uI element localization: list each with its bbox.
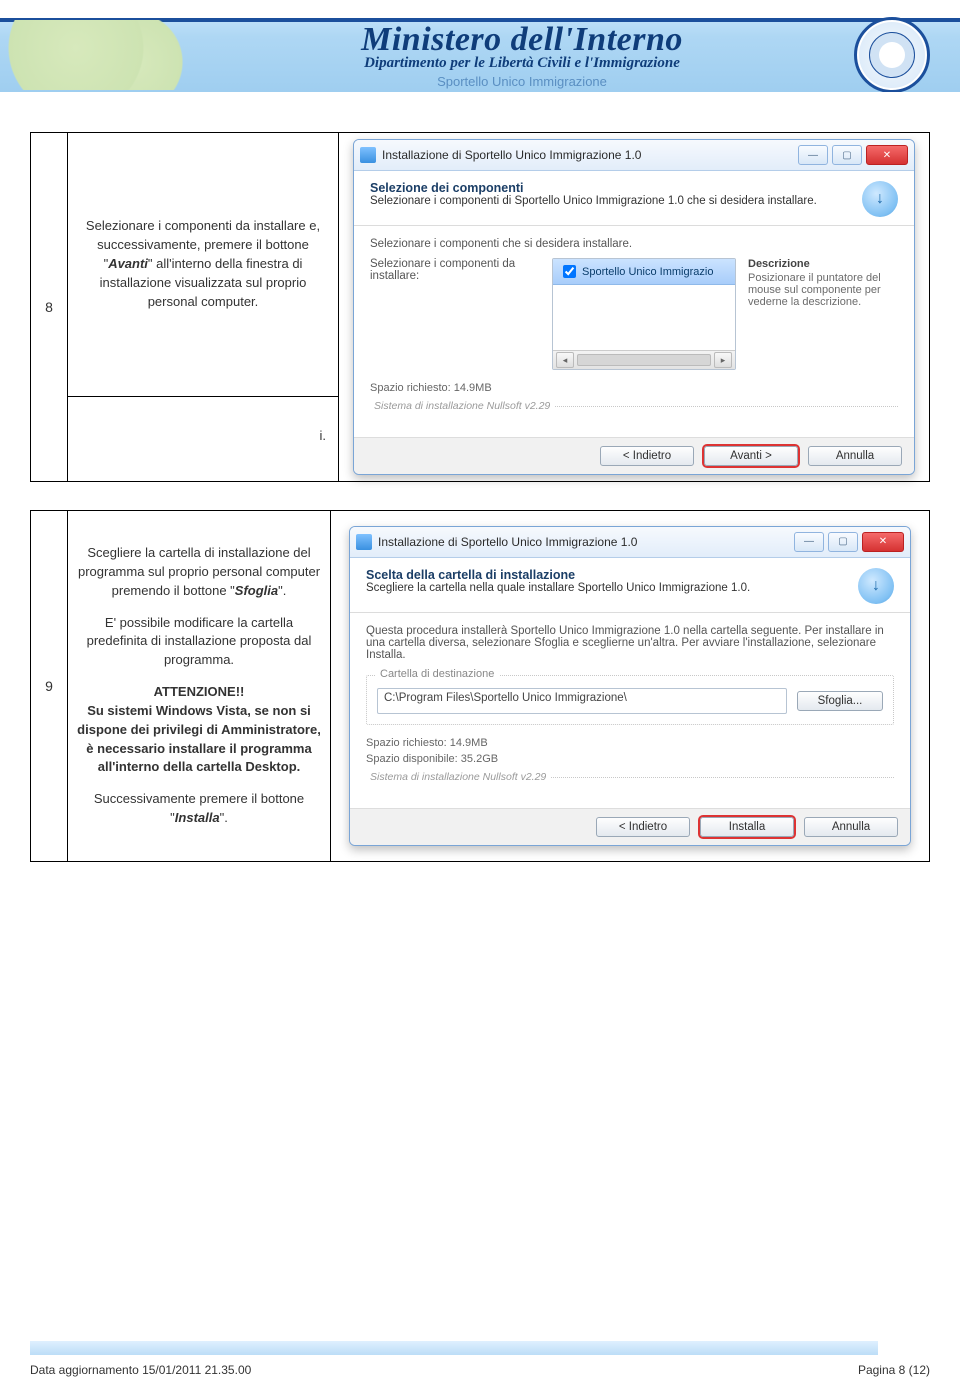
wizard-subheading: Selezionare i componenti di Sportello Un… [370, 195, 817, 207]
step-9-instructions: Scegliere la cartella di installazione d… [68, 511, 331, 862]
wizard-subheading: Scegliere la cartella nella quale instal… [366, 582, 750, 594]
step-8-table: 8 Selezionare i componenti da installare… [30, 132, 930, 482]
window-title: Installazione di Sportello Unico Immigra… [378, 535, 790, 549]
header-map-graphic [0, 20, 190, 90]
attention-title: ATTENZIONE!! [154, 684, 245, 699]
installer-icon [360, 147, 376, 163]
components-label: Selezionare i componenti da installare: [370, 258, 540, 282]
next-button[interactable]: Avanti > [704, 446, 798, 466]
step-8-number: 8 [31, 133, 68, 482]
page-header: Ministero dell'Interno Dipartimento per … [0, 0, 960, 92]
cancel-button[interactable]: Annulla [804, 817, 898, 837]
installer-window-components: Installazione di Sportello Unico Immigra… [353, 139, 915, 475]
minimize-button[interactable]: — [798, 145, 828, 165]
description-text: Posizionare il puntatore del mouse sul c… [748, 272, 881, 308]
installer-window-folder: Installazione di Sportello Unico Immigra… [349, 526, 911, 846]
footer-decorative-bar [30, 1341, 878, 1355]
description-title: Descrizione [748, 258, 898, 270]
step-8-tag: i. [68, 396, 339, 481]
back-button[interactable]: < Indietro [600, 446, 694, 466]
step-8-instructions: Selezionare i componenti da installare e… [68, 133, 339, 397]
step-9-keyword-installa: Installa [175, 810, 220, 825]
close-button[interactable]: ✕ [866, 145, 908, 165]
window-title: Installazione di Sportello Unico Immigra… [382, 148, 794, 162]
scroll-right-icon[interactable]: ▸ [714, 352, 732, 368]
list-scrollbar[interactable]: ◂ ▸ [553, 350, 735, 369]
space-required: Spazio richiesto: 14.9MB [370, 378, 898, 394]
space-required: Spazio richiesto: 14.9MB [366, 733, 894, 749]
install-path-input[interactable]: C:\Program Files\Sportello Unico Immigra… [377, 688, 787, 714]
maximize-button[interactable]: ▢ [832, 145, 862, 165]
wizard-header-icon [862, 181, 898, 217]
scroll-left-icon[interactable]: ◂ [556, 352, 574, 368]
step-9-table: 9 Scegliere la cartella di installazione… [30, 510, 930, 862]
step-8-keyword-avanti: Avanti [108, 256, 148, 271]
header-subtitle: Dipartimento per le Libertà Civili e l'I… [190, 55, 854, 72]
cancel-button[interactable]: Annulla [808, 446, 902, 466]
installer-engine-label: Sistema di installazione Nullsoft v2.29 [366, 771, 550, 783]
wizard-heading: Selezione dei componenti [370, 181, 524, 195]
step-9-keyword-sfoglia: Sfoglia [235, 583, 278, 598]
maximize-button[interactable]: ▢ [828, 532, 858, 552]
groupbox-title: Cartella di destinazione [375, 668, 499, 680]
destination-groupbox: Cartella di destinazione C:\Program File… [366, 675, 894, 725]
body-paragraph: Questa procedura installerà Sportello Un… [366, 625, 894, 661]
header-subtitle2: Sportello Unico Immigrazione [190, 74, 854, 89]
browse-button[interactable]: Sfoglia... [797, 691, 883, 711]
close-button[interactable]: ✕ [862, 532, 904, 552]
scroll-track[interactable] [577, 354, 711, 366]
installer-engine-label: Sistema di installazione Nullsoft v2.29 [370, 400, 554, 412]
page-footer: Data aggiornamento 15/01/2011 21.35.00 P… [0, 1341, 960, 1393]
component-item-label: Sportello Unico Immigrazio [582, 266, 713, 278]
body-intro-text: Selezionare i componenti che si desidera… [370, 238, 898, 250]
attention-body: Su sistemi Windows Vista, se non si disp… [77, 703, 321, 775]
wizard-header-icon [858, 568, 894, 604]
footer-date: Data aggiornamento 15/01/2011 21.35.00 [30, 1363, 251, 1377]
step-9-number: 9 [31, 511, 68, 862]
install-button[interactable]: Installa [700, 817, 794, 837]
space-available: Spazio disponibile: 35.2GB [366, 749, 894, 765]
installer-icon [356, 534, 372, 550]
step-9-p1c: ". [278, 583, 286, 598]
header-crest-icon [854, 17, 930, 92]
components-listbox[interactable]: Sportello Unico Immigrazio ◂ ▸ [552, 258, 736, 370]
component-item[interactable]: Sportello Unico Immigrazio [553, 259, 735, 285]
step-9-p2: E' possibile modificare la cartella pred… [76, 614, 322, 671]
wizard-heading: Scelta della cartella di installazione [366, 568, 575, 582]
step-9-p4c: ". [220, 810, 228, 825]
footer-page-number: Pagina 8 (12) [858, 1363, 930, 1377]
header-title: Ministero dell'Interno [190, 21, 854, 59]
component-checkbox[interactable] [563, 265, 576, 278]
back-button[interactable]: < Indietro [596, 817, 690, 837]
minimize-button[interactable]: — [794, 532, 824, 552]
